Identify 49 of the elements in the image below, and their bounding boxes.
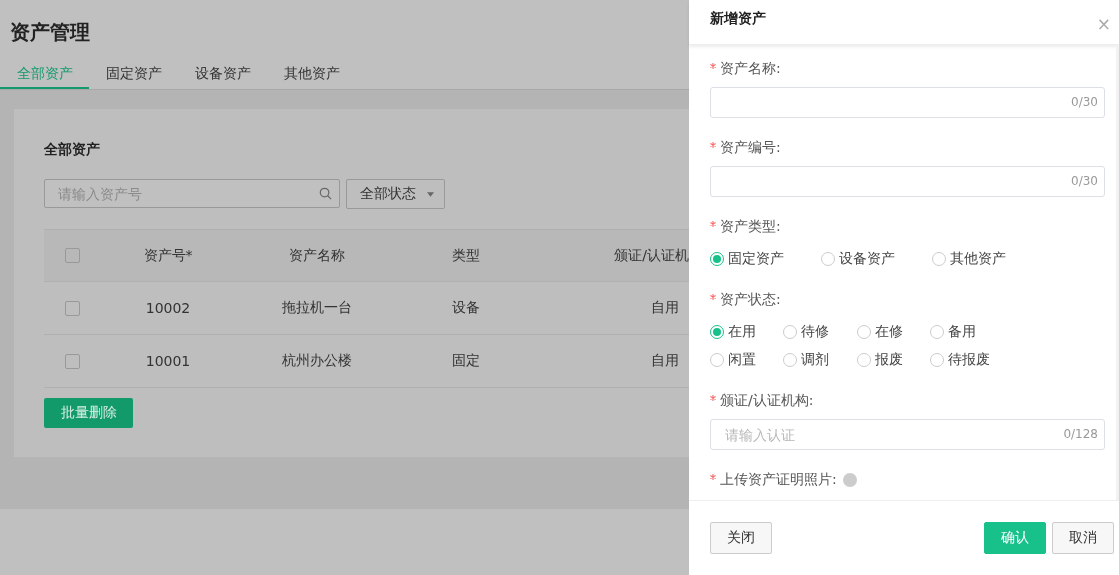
drawer-title: 新增资产	[710, 10, 766, 28]
status-dropdown[interactable]: 全部状态	[346, 179, 445, 209]
field-label: 资产类型:	[720, 218, 781, 236]
field-label: 资产编号:	[720, 139, 781, 157]
card-title: 全部资产	[44, 141, 100, 159]
table-cell-text: 自用	[651, 352, 680, 370]
row-checkbox[interactable]	[64, 300, 80, 316]
radio-option[interactable]: 闲置	[710, 348, 783, 371]
table-cell: 10002	[145, 300, 191, 316]
field-label: 颁证/认证机构:	[720, 392, 814, 410]
radio-option[interactable]: 报废	[857, 348, 930, 371]
column-header: 资产号*	[143, 246, 193, 265]
field-label: 上传资产证明照片:	[720, 471, 837, 489]
radio-option[interactable]: 固定资产	[710, 247, 821, 270]
column-header: 资产名称	[289, 246, 345, 265]
table-cell: 10001	[145, 353, 191, 369]
radio-option[interactable]: 在修	[857, 320, 930, 343]
page-title: 资产管理	[9, 19, 91, 46]
radio-option[interactable]: 在用	[710, 320, 783, 343]
row-checkbox[interactable]	[64, 353, 80, 369]
tab[interactable]: 其他资产	[267, 59, 356, 89]
close-button[interactable]: 关闭	[710, 522, 772, 554]
radio-option[interactable]: 调剂	[783, 348, 857, 371]
table-cell: 杭州办公楼	[282, 352, 352, 370]
tab[interactable]: 设备资产	[178, 59, 267, 89]
column-header: 类型	[452, 246, 480, 265]
field-label: 资产名称:	[720, 60, 781, 78]
character-counter: 0/30	[1071, 174, 1098, 188]
field-label: 资产状态:	[720, 291, 781, 309]
radio-option[interactable]: 备用	[930, 320, 1010, 343]
select-all-checkbox[interactable]	[64, 248, 80, 263]
table-cell: 固定	[452, 352, 480, 370]
table-cell: 设备	[452, 299, 480, 317]
radio-option[interactable]: 设备资产	[821, 247, 932, 270]
search-icon	[319, 187, 332, 200]
radio-option[interactable]: 待报废	[930, 348, 1010, 371]
character-counter: 0/128	[1063, 427, 1098, 441]
table-cell-text: 自用	[651, 299, 680, 317]
text-field[interactable]	[710, 166, 1105, 197]
text-field[interactable]	[710, 87, 1105, 118]
caret-icon	[427, 191, 434, 197]
column-header: 颁证/认证机	[614, 246, 689, 265]
table-cell: 拖拉机一台	[282, 299, 352, 317]
radio-option[interactable]: 其他资产	[932, 247, 1022, 270]
cancel-button[interactable]: 取消	[1052, 522, 1114, 554]
radio-option[interactable]: 待修	[783, 320, 857, 343]
tab[interactable]: 固定资产	[89, 59, 178, 89]
character-counter: 0/30	[1071, 95, 1098, 109]
help-icon[interactable]	[842, 473, 857, 487]
